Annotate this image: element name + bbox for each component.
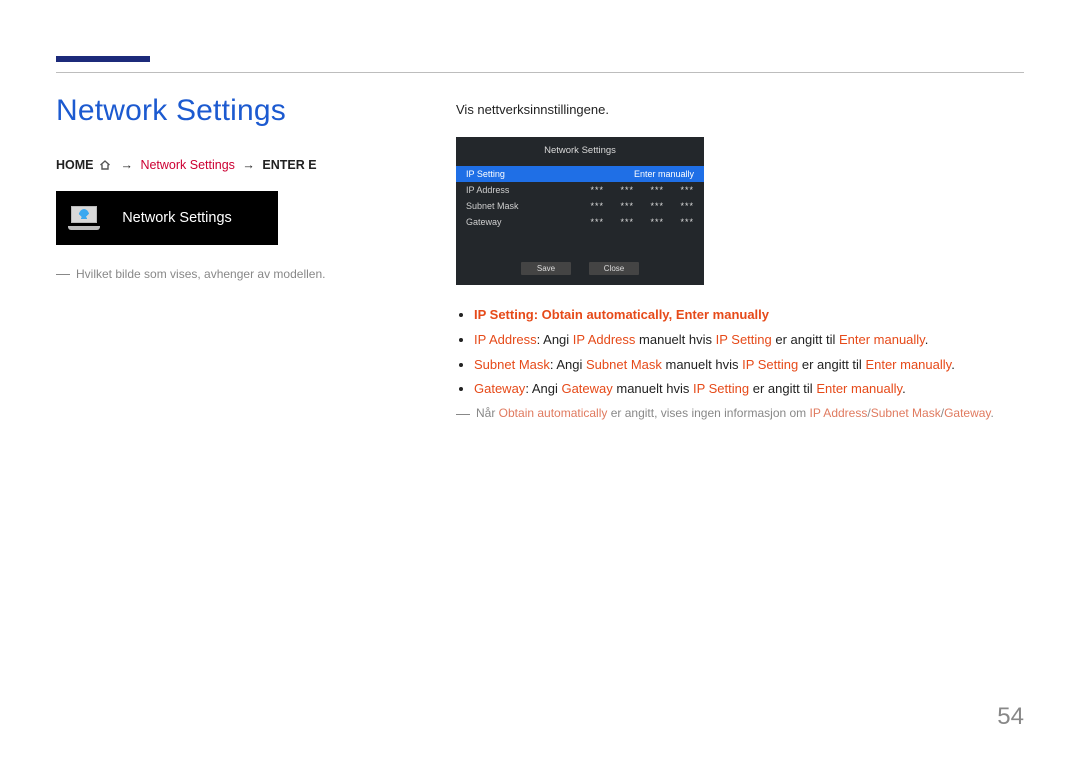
- left-column: Network Settings HOME → Network Settings…: [56, 94, 416, 281]
- octet: ***: [584, 185, 604, 195]
- osd-row-subnet-mask: Subnet Mask *** *** *** ***: [456, 198, 704, 214]
- text: Gateway: [474, 381, 525, 396]
- text: Enter manually: [865, 357, 951, 372]
- bullet-gateway: Gateway: Angi Gateway manuelt hvis IP Se…: [474, 379, 1026, 400]
- page-number: 54: [997, 703, 1024, 731]
- osd-row-key: IP Address: [466, 185, 538, 195]
- bullet-subnet-mask: Subnet Mask: Angi Subnet Mask manuelt hv…: [474, 355, 1026, 376]
- page-title: Network Settings: [56, 94, 416, 128]
- text: Gateway: [561, 381, 612, 396]
- text: Gateway: [944, 406, 990, 420]
- text: Subnet Mask: [474, 357, 550, 372]
- text: .: [951, 357, 955, 372]
- text: Enter manually: [816, 381, 902, 396]
- text: Enter manually: [839, 332, 925, 347]
- text: : Angi: [550, 357, 586, 372]
- osd-row-value: *** *** *** ***: [538, 217, 694, 227]
- home-icon: [99, 159, 111, 173]
- text: .: [925, 332, 929, 347]
- intro-text: Vis nettverksinnstillingene.: [456, 102, 1026, 117]
- osd-highlight-row: IP Setting Enter manually: [456, 166, 704, 182]
- text: .: [991, 406, 994, 420]
- network-settings-tile: Network Settings: [56, 191, 278, 245]
- breadcrumb-network-settings: Network Settings: [140, 158, 234, 172]
- text: IP Address: [573, 332, 636, 347]
- osd-save-button: Save: [521, 262, 571, 275]
- bullet-list: IP Setting: Obtain automatically, Enter …: [456, 305, 1026, 400]
- text: er angitt til: [749, 381, 816, 396]
- footnote-text: Hvilket bilde som vises, avhenger av mod…: [76, 267, 325, 281]
- text: Obtain automatically: [542, 307, 669, 322]
- text: Subnet Mask: [871, 406, 941, 420]
- model-footnote: Hvilket bilde som vises, avhenger av mod…: [56, 267, 416, 281]
- obtain-auto-note: Når Obtain automatically er angitt, vise…: [456, 406, 1026, 420]
- right-column: Vis nettverksinnstillingene. Network Set…: [456, 102, 1026, 420]
- arrow-icon: →: [120, 158, 133, 172]
- osd-close-button: Close: [589, 262, 639, 275]
- text: Enter manually: [676, 307, 769, 322]
- osd-row-key: Subnet Mask: [466, 201, 538, 211]
- arrow-icon: →: [242, 158, 255, 172]
- osd-row-value: *** *** *** ***: [538, 201, 694, 211]
- text: IP Setting: [474, 307, 534, 322]
- octet: ***: [674, 185, 694, 195]
- osd-row-key: Gateway: [466, 217, 538, 227]
- octet: ***: [644, 185, 664, 195]
- osd-title: Network Settings: [456, 145, 704, 156]
- text: er angitt til: [798, 357, 865, 372]
- octet: ***: [614, 185, 634, 195]
- text: IP Setting: [716, 332, 772, 347]
- text: IP Setting: [742, 357, 798, 372]
- text: ,: [669, 307, 676, 322]
- bullet-ip-setting: IP Setting: Obtain automatically, Enter …: [474, 305, 1026, 326]
- octet: ***: [614, 201, 634, 211]
- octet: ***: [644, 217, 664, 227]
- text: :: [534, 307, 542, 322]
- text: : Angi: [525, 381, 561, 396]
- text: IP Setting: [693, 381, 749, 396]
- text: manuelt hvis: [662, 357, 742, 372]
- text: .: [902, 381, 906, 396]
- dash-icon: [56, 274, 70, 275]
- text: manuelt hvis: [635, 332, 715, 347]
- octet: ***: [644, 201, 664, 211]
- text: IP Address: [474, 332, 537, 347]
- breadcrumb-home: HOME: [56, 158, 94, 172]
- osd-preview: Network Settings IP Setting Enter manual…: [456, 137, 704, 285]
- breadcrumb: HOME → Network Settings → ENTER E: [56, 158, 416, 173]
- osd-row-value: *** *** *** ***: [538, 185, 694, 195]
- text: IP Address: [810, 406, 868, 420]
- osd-button-row: Save Close: [456, 262, 704, 275]
- octet: ***: [614, 217, 634, 227]
- octet: ***: [674, 217, 694, 227]
- text: Når: [476, 406, 499, 420]
- section-accent-bar: [56, 56, 150, 62]
- osd-row-ip-address: IP Address *** *** *** ***: [456, 182, 704, 198]
- top-divider: [56, 72, 1024, 73]
- text: er angitt, vises ingen informasjon om: [607, 406, 809, 420]
- osd-row-gateway: Gateway *** *** *** ***: [456, 214, 704, 230]
- text: Obtain automatically: [499, 406, 608, 420]
- laptop-wifi-icon: [68, 206, 100, 230]
- octet: ***: [584, 201, 604, 211]
- text: manuelt hvis: [613, 381, 693, 396]
- text: Subnet Mask: [586, 357, 662, 372]
- octet: ***: [674, 201, 694, 211]
- osd-ip-setting-value: Enter manually: [634, 169, 694, 179]
- dash-icon: [456, 414, 470, 415]
- tile-label: Network Settings: [114, 210, 266, 226]
- breadcrumb-enter: ENTER E: [262, 158, 316, 172]
- text: : Angi: [537, 332, 573, 347]
- osd-ip-setting-label: IP Setting: [466, 169, 505, 179]
- bullet-ip-address: IP Address: Angi IP Address manuelt hvis…: [474, 330, 1026, 351]
- text: er angitt til: [772, 332, 839, 347]
- octet: ***: [584, 217, 604, 227]
